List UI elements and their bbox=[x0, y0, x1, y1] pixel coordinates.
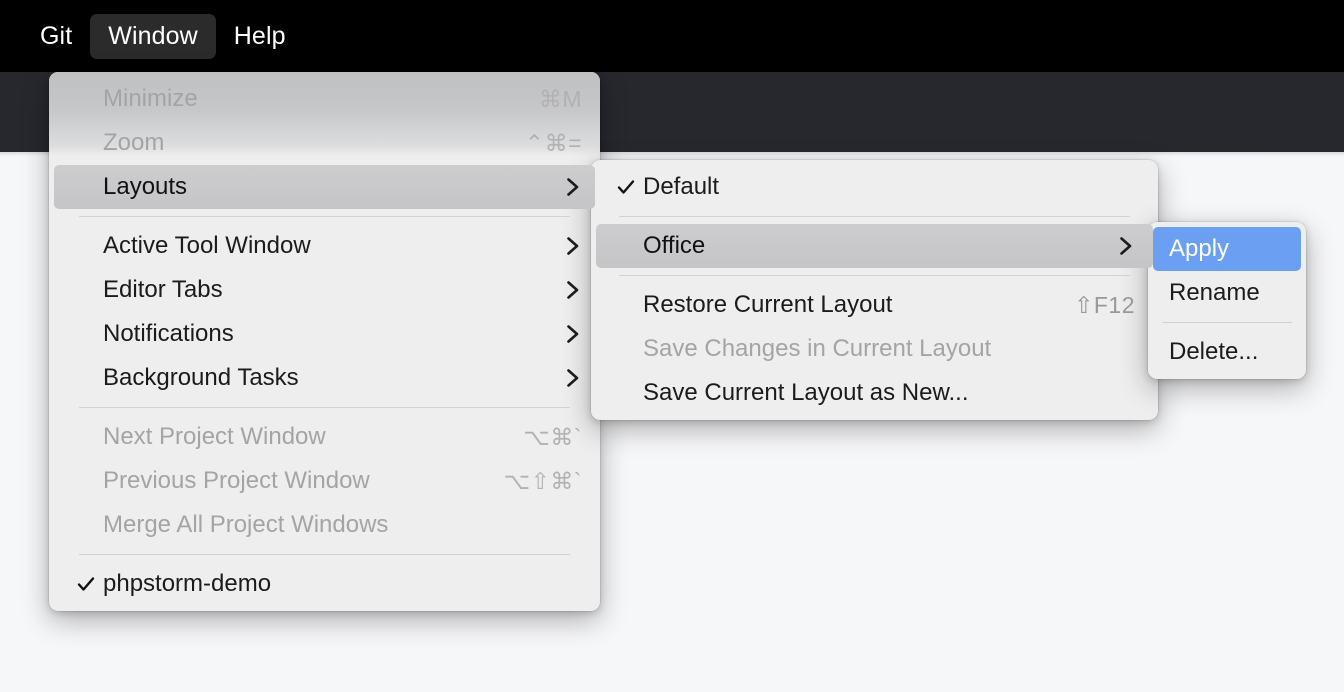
menu-item-label: Zoom bbox=[103, 129, 164, 157]
menu-item-notifications[interactable]: Notifications bbox=[54, 312, 595, 356]
menu-item-phpstorm-demo[interactable]: phpstorm-demo bbox=[54, 562, 595, 606]
menubar-item-help[interactable]: Help bbox=[216, 14, 304, 59]
menu-item-label: Save Current Layout as New... bbox=[643, 379, 969, 407]
menu-item-layouts[interactable]: Layouts bbox=[54, 165, 595, 209]
menu-item-office-layout[interactable]: Office bbox=[596, 224, 1153, 268]
menu-item-save-current-layout-as-new[interactable]: Save Current Layout as New... bbox=[596, 371, 1153, 415]
menu-bar: Git Window Help bbox=[0, 0, 1344, 72]
menu-item-default-layout[interactable]: Default bbox=[596, 165, 1153, 209]
menu-item-label: Active Tool Window bbox=[103, 232, 311, 260]
menu-item-label: Minimize bbox=[103, 85, 198, 113]
menu-item-apply[interactable]: Apply bbox=[1153, 227, 1301, 271]
menu-item-merge-all-project-windows[interactable]: Merge All Project Windows bbox=[54, 503, 595, 547]
menu-item-label: Restore Current Layout bbox=[643, 291, 892, 319]
menu-separator bbox=[619, 275, 1130, 276]
chevron-right-icon bbox=[564, 278, 582, 302]
menu-item-label: Merge All Project Windows bbox=[103, 511, 388, 539]
menu-item-label: Delete... bbox=[1169, 338, 1258, 366]
menu-item-label: Apply bbox=[1169, 235, 1229, 263]
menu-item-background-tasks[interactable]: Background Tasks bbox=[54, 356, 595, 400]
menu-item-label: Rename bbox=[1169, 279, 1260, 307]
menu-item-label: Previous Project Window bbox=[103, 467, 370, 495]
menu-item-delete[interactable]: Delete... bbox=[1153, 330, 1301, 374]
menu-separator bbox=[1162, 322, 1292, 323]
menu-item-minimize[interactable]: Minimize ⌘M bbox=[54, 77, 595, 121]
menu-item-previous-project-window[interactable]: Previous Project Window ⌥⇧⌘` bbox=[54, 459, 595, 503]
chevron-right-icon bbox=[564, 175, 582, 199]
menu-item-zoom[interactable]: Zoom ⌃⌘= bbox=[54, 121, 595, 165]
menu-item-label: phpstorm-demo bbox=[103, 570, 271, 598]
screen-root: Git Window Help Minimize ⌘M Zoom ⌃⌘= Lay… bbox=[0, 0, 1344, 692]
window-menu-panel: Minimize ⌘M Zoom ⌃⌘= Layouts Active Tool… bbox=[49, 72, 600, 611]
menu-item-label: Save Changes in Current Layout bbox=[643, 335, 991, 363]
check-icon bbox=[616, 177, 636, 197]
menu-item-label: Editor Tabs bbox=[103, 276, 223, 304]
chevron-right-icon bbox=[564, 322, 582, 346]
menu-separator bbox=[619, 216, 1130, 217]
menu-item-rename[interactable]: Rename bbox=[1153, 271, 1301, 315]
office-submenu-panel: Apply Rename Delete... bbox=[1148, 222, 1306, 379]
menu-item-label: Office bbox=[643, 232, 705, 260]
check-icon bbox=[76, 574, 96, 594]
menu-item-shortcut: ⌃⌘= bbox=[525, 130, 582, 157]
layouts-menu-list: Default Office Restore Current Layout ⇧F… bbox=[591, 165, 1158, 415]
menu-separator bbox=[79, 554, 570, 555]
chevron-right-icon bbox=[564, 234, 582, 258]
menu-item-label: Default bbox=[643, 173, 719, 201]
menu-item-shortcut: ⌘M bbox=[539, 86, 582, 113]
menu-separator bbox=[79, 407, 570, 408]
menu-item-label: Next Project Window bbox=[103, 423, 326, 451]
chevron-right-icon bbox=[1117, 234, 1135, 258]
menubar-item-git[interactable]: Git bbox=[22, 14, 90, 59]
layouts-submenu-panel: Default Office Restore Current Layout ⇧F… bbox=[591, 160, 1158, 420]
office-menu-list: Apply Rename Delete... bbox=[1148, 227, 1306, 374]
menu-item-active-tool-window[interactable]: Active Tool Window bbox=[54, 224, 595, 268]
menu-item-shortcut: ⌥⌘` bbox=[523, 424, 582, 451]
menu-separator bbox=[79, 216, 570, 217]
menu-item-shortcut: ⌥⇧⌘` bbox=[504, 468, 582, 495]
chevron-right-icon bbox=[564, 366, 582, 390]
menu-item-editor-tabs[interactable]: Editor Tabs bbox=[54, 268, 595, 312]
menu-item-restore-current-layout[interactable]: Restore Current Layout ⇧F12 bbox=[596, 283, 1153, 327]
menu-item-save-changes-in-current-layout[interactable]: Save Changes in Current Layout bbox=[596, 327, 1153, 371]
menu-item-label: Notifications bbox=[103, 320, 234, 348]
menubar-item-window[interactable]: Window bbox=[90, 14, 216, 59]
menu-item-shortcut: ⇧F12 bbox=[1074, 292, 1135, 319]
menu-item-label: Layouts bbox=[103, 173, 187, 201]
window-menu-list: Minimize ⌘M Zoom ⌃⌘= Layouts Active Tool… bbox=[49, 77, 600, 606]
menu-item-next-project-window[interactable]: Next Project Window ⌥⌘` bbox=[54, 415, 595, 459]
menu-item-label: Background Tasks bbox=[103, 364, 299, 392]
